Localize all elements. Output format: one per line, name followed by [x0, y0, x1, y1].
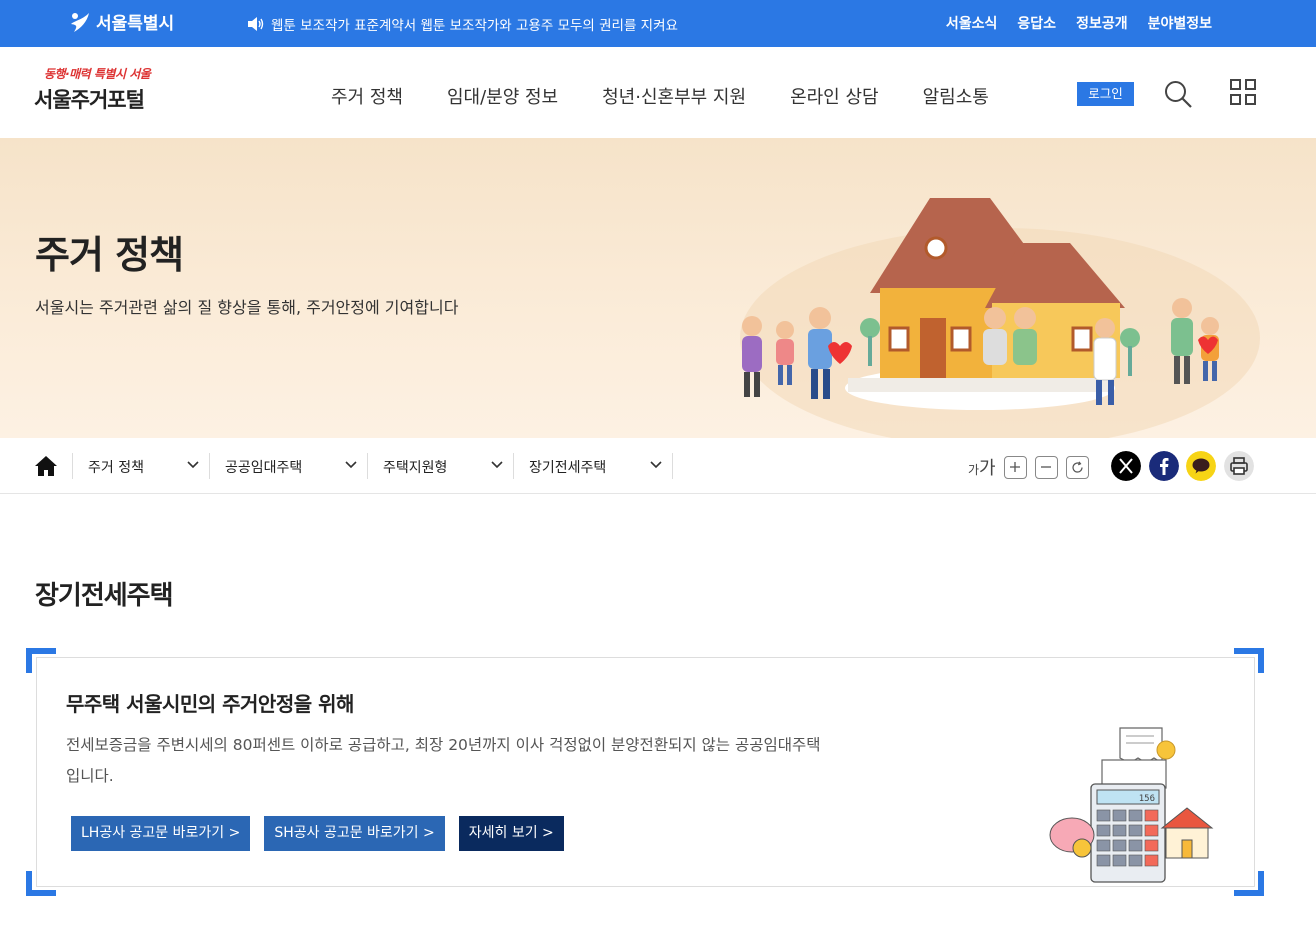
- calc-display-value: 156: [1139, 794, 1155, 804]
- link-eungdapso[interactable]: 응답소: [1017, 13, 1056, 33]
- link-seoul-news[interactable]: 서울소식: [946, 13, 998, 33]
- chevron-down-icon: [345, 461, 357, 469]
- font-size-tools: 가가: [968, 454, 1089, 480]
- main-nav: 주거 정책 임대/분양 정보 청년·신혼부부 지원 온라인 상담 알림소통: [331, 83, 1033, 109]
- intro-card-title: 무주택 서울시민의 주거안정을 위해: [66, 692, 354, 716]
- font-large-label: 가: [979, 458, 996, 479]
- site-name: 서울주거포털: [34, 88, 145, 112]
- refresh-icon: [1072, 460, 1083, 473]
- hero-title: 주거 정책: [35, 233, 184, 277]
- font-small-label: 가: [968, 463, 980, 477]
- hero-banner: 주거 정책 서울시는 주거관련 삶의 질 향상을 통해, 주거안정에 기여합니다: [0, 138, 1316, 438]
- breadcrumb-bar: 주거 정책 공공임대주택 주택지원형 장기전세주택 가가: [0, 438, 1316, 494]
- site-header: 동행·매력 특별시 서울 서울주거포털 주거 정책 임대/분양 정보 청년·신혼…: [0, 47, 1316, 138]
- chevron-down-icon: [491, 461, 503, 469]
- top-bar: 서울특별시 웹툰 보조작가 표준계약서 웹툰 보조작가와 고용주 모두의 권리를…: [0, 0, 1316, 47]
- facebook-share-icon[interactable]: [1149, 451, 1179, 481]
- notice-text: 웹툰 보조작가 표준계약서 웹툰 보조작가와 고용주 모두의 권리를 지켜요: [271, 18, 678, 34]
- breadcrumb-level2[interactable]: 공공임대주택: [209, 453, 367, 479]
- home-icon[interactable]: [34, 455, 58, 477]
- site-brand[interactable]: 동행·매력 특별시 서울 서울주거포털: [34, 65, 151, 114]
- breadcrumb-level1[interactable]: 주거 정책: [72, 453, 209, 479]
- intro-card-buttons: LH공사 공고문 바로가기 > SH공사 공고문 바로가기 > 자세히 보기 >: [71, 816, 564, 851]
- login-button[interactable]: 로그인: [1077, 82, 1134, 106]
- breadcrumb-level4[interactable]: 장기전세주택: [513, 453, 673, 479]
- x-twitter-share-icon[interactable]: [1111, 451, 1141, 481]
- font-decrease-button[interactable]: [1034, 455, 1058, 479]
- nav-youth-newlywed[interactable]: 청년·신혼부부 지원: [602, 83, 746, 109]
- breadcrumb-level3-label: 주택지원형: [383, 460, 448, 476]
- intro-card-description: 전세보증금을 주변시세의 80퍼센트 이하로 공급하고, 최장 20년까지 이사…: [66, 736, 821, 785]
- chevron-down-icon: [650, 461, 662, 469]
- kakaotalk-share-icon[interactable]: [1186, 451, 1216, 481]
- view-details-button[interactable]: 자세히 보기 >: [458, 816, 564, 851]
- breadcrumb-level3[interactable]: 주택지원형: [367, 453, 513, 479]
- sh-notice-button[interactable]: SH공사 공고문 바로가기 >: [264, 816, 445, 851]
- nav-online-counsel[interactable]: 온라인 상담: [790, 83, 879, 109]
- seoul-logo[interactable]: 서울특별시: [68, 9, 174, 34]
- chevron-down-icon: [187, 461, 199, 469]
- speaker-icon: [248, 17, 264, 31]
- plus-icon: [1010, 462, 1021, 472]
- breadcrumb-level1-label: 주거 정책: [88, 460, 144, 476]
- font-reset-button[interactable]: [1065, 455, 1089, 479]
- print-icon[interactable]: [1224, 451, 1254, 481]
- breadcrumb-level2-label: 공공임대주택: [225, 460, 303, 476]
- minus-icon: [1041, 466, 1052, 468]
- nav-rent-sale-info[interactable]: 임대/분양 정보: [447, 83, 558, 109]
- link-info-disclosure[interactable]: 정보공개: [1076, 13, 1128, 33]
- intro-card: 무주택 서울시민의 주거안정을 위해 전세보증금을 주변시세의 80퍼센트 이하…: [36, 657, 1255, 887]
- hero-subtitle: 서울시는 주거관련 삶의 질 향상을 통해, 주거안정에 기여합니다: [35, 298, 459, 317]
- site-slogan: 동행·매력 특별시 서울: [44, 67, 151, 81]
- seoul-logo-text: 서울특별시: [96, 14, 175, 34]
- utility-links: 서울소식 응답소 정보공개 분야별정보: [946, 13, 1212, 33]
- font-size-label: 가가: [968, 454, 996, 480]
- notice-ticker[interactable]: 웹툰 보조작가 표준계약서 웹툰 보조작가와 고용주 모두의 권리를 지켜요: [247, 14, 678, 34]
- breadcrumb-level4-label: 장기전세주택: [529, 460, 607, 476]
- font-increase-button[interactable]: [1003, 455, 1027, 479]
- link-field-info[interactable]: 분야별정보: [1148, 13, 1212, 33]
- search-icon[interactable]: [1163, 79, 1193, 109]
- page-title: 장기전세주택: [35, 581, 174, 611]
- lh-notice-button[interactable]: LH공사 공고문 바로가기 >: [71, 816, 251, 851]
- calculator-piggybank-illustration: 156: [1049, 727, 1214, 883]
- hero-house-family-illustration: [740, 198, 1260, 438]
- nav-notice[interactable]: 알림소통: [923, 83, 989, 109]
- all-menu-icon[interactable]: [1230, 79, 1256, 105]
- nav-housing-policy[interactable]: 주거 정책: [331, 83, 403, 109]
- seoul-logo-icon: [71, 12, 89, 32]
